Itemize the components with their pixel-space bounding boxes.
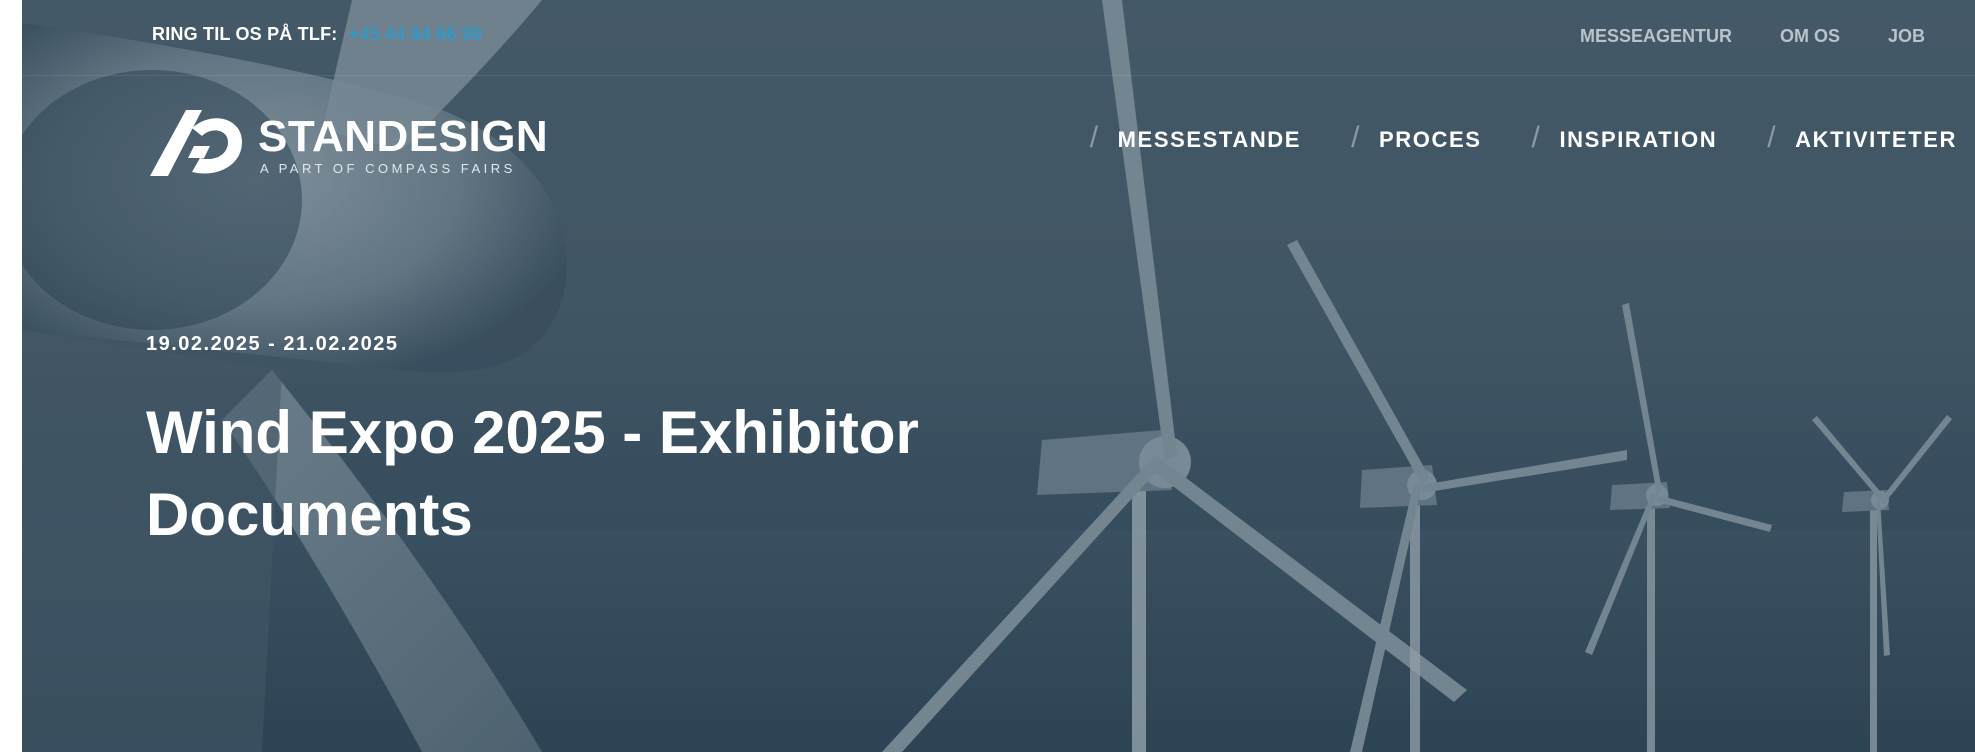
topnav-messeagentur[interactable]: MESSEAGENTUR <box>1580 26 1732 47</box>
phone-label: RING TIL OS PÅ TLF: <box>152 24 338 44</box>
nav-item-inspiration[interactable]: / INSPIRATION <box>1532 123 1718 153</box>
top-bar: RING TIL OS PÅ TLF: +45 44 84 66 99 MESS… <box>22 0 1975 76</box>
nav-label: MESSESTANDE <box>1117 127 1302 152</box>
slash-divider-icon: / <box>1767 121 1778 154</box>
nav-label: AKTIVITETER <box>1795 127 1957 152</box>
nav-item-proces[interactable]: / PROCES <box>1351 123 1482 153</box>
slash-divider-icon: / <box>1089 121 1100 154</box>
phone-number-link[interactable]: +45 44 84 66 99 <box>349 24 483 44</box>
page-title: Wind Expo 2025 - Exhibitor Documents <box>146 399 919 548</box>
event-date: 19.02.2025 - 21.02.2025 <box>146 333 399 355</box>
logo-tagline: A PART OF COMPASS FAIRS <box>260 161 516 176</box>
slash-divider-icon: / <box>1531 121 1542 154</box>
topnav-job[interactable]: JOB <box>1888 26 1925 47</box>
top-nav: MESSEAGENTUR OM OS JOB <box>1580 26 1925 47</box>
phone-contact: RING TIL OS PÅ TLF: +45 44 84 66 99 <box>152 24 482 45</box>
slash-divider-icon: / <box>1351 121 1362 154</box>
topnav-om-os[interactable]: OM OS <box>1780 26 1840 47</box>
main-nav: / MESSESTANDE / PROCES / INSPIRATION / A… <box>1090 123 1957 153</box>
nav-item-messestande[interactable]: / MESSESTANDE <box>1090 123 1302 153</box>
nav-label: PROCES <box>1379 127 1482 152</box>
logo-name: STANDESIGN <box>258 112 549 161</box>
standesign-logo[interactable]: STANDESIGN A PART OF COMPASS FAIRS <box>146 106 566 178</box>
hero-section: RING TIL OS PÅ TLF: +45 44 84 66 99 MESS… <box>22 0 1975 752</box>
nav-item-aktiviteter[interactable]: / AKTIVITETER <box>1767 123 1957 153</box>
nav-label: INSPIRATION <box>1559 127 1718 152</box>
logo-mark-icon <box>150 110 242 176</box>
